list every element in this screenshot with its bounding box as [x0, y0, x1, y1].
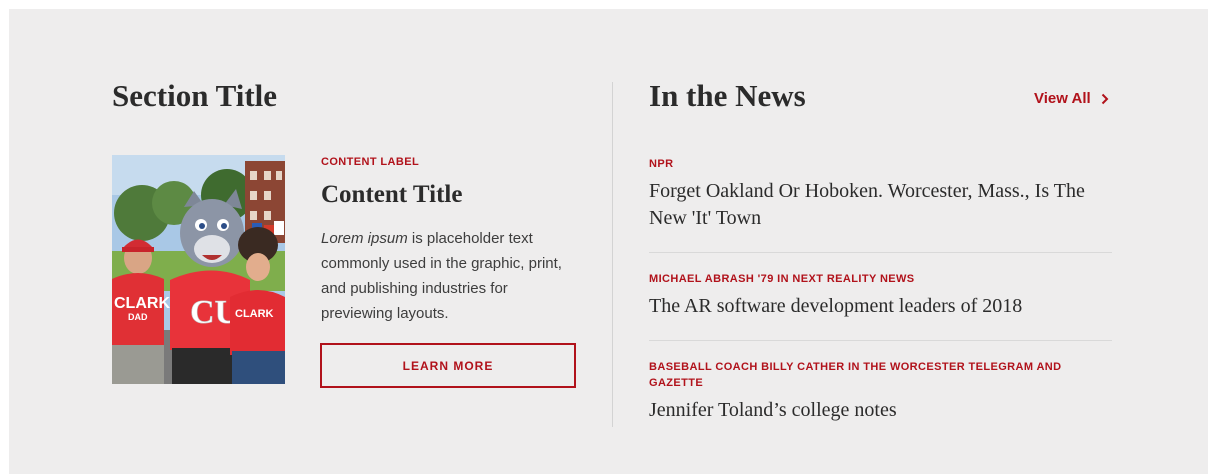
news-headline[interactable]: Jennifer Toland’s college notes — [649, 397, 1112, 424]
learn-more-button[interactable]: LEARN MORE — [320, 343, 576, 388]
section-title: Section Title — [112, 78, 278, 113]
news-source: BASEBALL COACH BILLY CATHER IN THE WORCE… — [649, 361, 1062, 389]
news-headline[interactable]: The AR software development leaders of 2… — [649, 293, 1112, 320]
view-all-link[interactable]: View All — [1034, 90, 1109, 107]
news-item[interactable]: MICHAEL ABRASH '79 IN NEXT REALITY NEWS … — [649, 271, 1112, 320]
news-section-title: In the News — [649, 78, 806, 113]
news-divider — [649, 340, 1112, 341]
photo-mascot-fans: CLARK DAD CU CLARK — [112, 155, 285, 384]
column-divider — [612, 82, 613, 427]
content-body: Lorem ipsum is placeholder text commonly… — [321, 226, 583, 326]
news-divider — [649, 252, 1112, 253]
svg-text:DAD: DAD — [128, 312, 148, 322]
news-item[interactable]: NPR Forget Oakland Or Hoboken. Worcester… — [649, 156, 1112, 232]
view-all-label: View All — [1034, 90, 1091, 107]
news-headline[interactable]: Forget Oakland Or Hoboken. Worcester, Ma… — [649, 178, 1112, 232]
content-body-italic: Lorem ipsum — [321, 230, 408, 247]
content-label: CONTENT LABEL — [321, 156, 420, 168]
news-item[interactable]: BASEBALL COACH BILLY CATHER IN THE WORCE… — [649, 359, 1112, 424]
svg-text:CLARK: CLARK — [235, 308, 274, 320]
news-source: NPR — [649, 158, 674, 170]
photo-shirt-text: CLARK — [114, 295, 170, 312]
content-title: Content Title — [321, 181, 463, 208]
content-panel: Section Title CLARK DAD CU CLARK CONTENT… — [9, 9, 1208, 474]
news-source: MICHAEL ABRASH '79 IN NEXT REALITY NEWS — [649, 273, 915, 285]
chevron-right-icon — [1101, 93, 1109, 104]
